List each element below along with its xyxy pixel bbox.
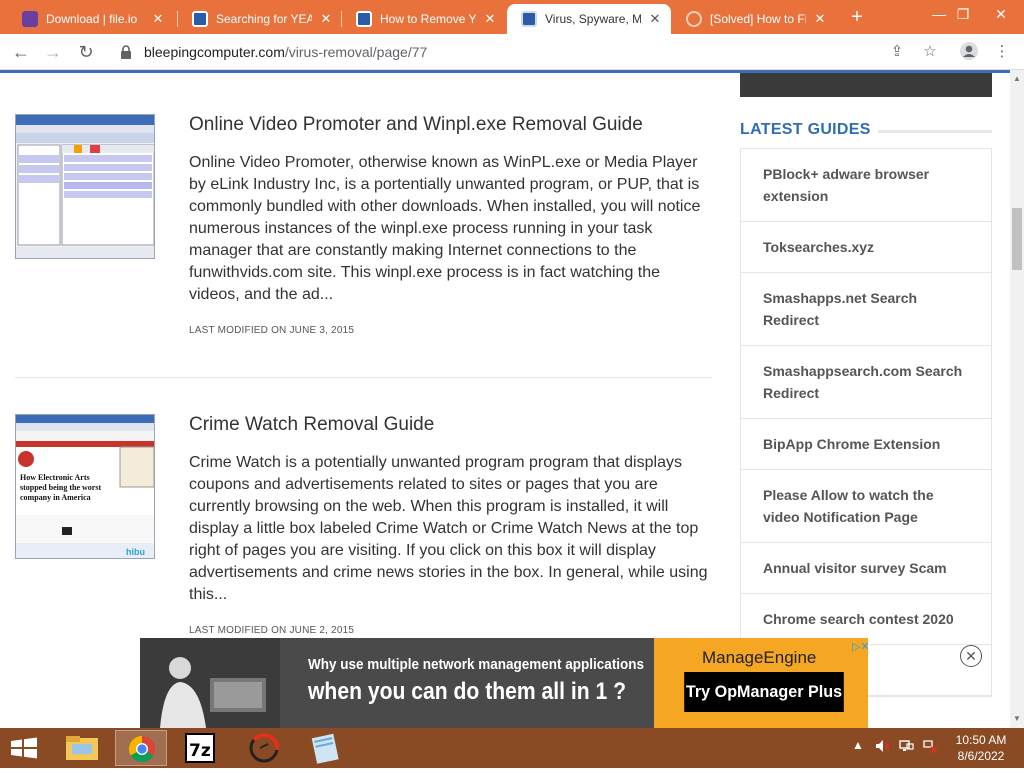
article-title[interactable]: Crime Watch Removal Guide — [189, 414, 434, 436]
tab-title: Virus, Spyware, Ma — [545, 12, 641, 26]
svg-text:7z: 7z — [189, 741, 211, 761]
article-excerpt: Online Video Promoter, otherwise known a… — [189, 154, 701, 303]
network-icon[interactable] — [898, 738, 914, 757]
lock-icon — [121, 45, 131, 59]
article-divider — [15, 377, 712, 378]
guide-link[interactable]: PBlock+ adware browser extension — [741, 149, 991, 222]
latest-guides-list: PBlock+ adware browser extension Toksear… — [740, 148, 992, 697]
clock-date: 8/6/2022 — [957, 749, 1005, 763]
guide-link[interactable]: Please Allow to watch the video Notifica… — [741, 470, 991, 543]
action-center-icon[interactable] — [922, 738, 938, 757]
guide-link[interactable]: BipApp Chrome Extension — [741, 419, 991, 470]
windows-logo-icon — [11, 737, 37, 759]
tab-download-fileio[interactable]: Download | file.io ✕ — [8, 4, 174, 34]
browser-toolbar: ← → ↻ bleepingcomputer.com/virus-removal… — [0, 34, 1024, 70]
bookmark-star-icon[interactable]: ☆ — [919, 41, 941, 63]
ad-headline: Why use multiple network management appl… — [308, 656, 645, 673]
url-host: bleepingcomputer.com — [144, 44, 285, 60]
ad-subheadline: when you can do them all in 1 ? — [308, 678, 627, 705]
fileio-favicon-icon — [22, 11, 38, 27]
article-date: LAST MODIFIED ON JUNE 3, 2015 — [189, 325, 355, 336]
tab-title: Searching for YEAD — [216, 12, 312, 26]
try-opmanager-button[interactable]: Try OpManager Plus — [684, 672, 844, 712]
tab-title: Download | file.io — [46, 12, 138, 26]
system-clock[interactable]: 10:50 AM 8/6/2022 — [948, 732, 1014, 764]
article-thumbnail[interactable] — [15, 114, 155, 259]
windows-taskbar: 7z ▲ 10:50 AM 8/6/2022 — [0, 728, 1024, 768]
url-text: bleepingcomputer.com/virus-removal/page/… — [144, 44, 427, 60]
article-date: LAST MODIFIED ON JUNE 2, 2015 — [189, 625, 355, 636]
close-icon[interactable]: ✕ — [318, 11, 334, 27]
article-title[interactable]: Online Video Promoter and Winpl.exe Remo… — [189, 114, 643, 136]
adchoices-icon[interactable]: ▷✕ — [852, 640, 868, 653]
heart-favicon-icon — [686, 11, 702, 27]
article-excerpt: Crime Watch is a potentially unwanted pr… — [189, 454, 708, 603]
bleepingcomputer-favicon-icon — [192, 11, 208, 27]
volume-muted-icon[interactable] — [874, 738, 890, 757]
clock-time: 10:50 AM — [955, 733, 1007, 747]
bleepingcomputer-favicon-icon — [521, 11, 537, 27]
ad-photo-image — [140, 638, 280, 728]
advertisement-banner[interactable]: Why use multiple network management appl… — [140, 638, 868, 728]
tab-searching[interactable]: Searching for YEAD ✕ — [178, 4, 342, 34]
article-thumbnail[interactable]: hibu How Electronic Arts stopped being t… — [15, 414, 155, 559]
tab-strip: Download | file.io ✕ Searching for YEAD … — [0, 0, 1024, 34]
start-button[interactable] — [0, 728, 48, 768]
tray-overflow-icon[interactable]: ▲ — [852, 738, 864, 752]
tab-title: How to Remove Ye — [380, 12, 476, 26]
share-icon[interactable]: ⇪ — [886, 41, 908, 63]
tab-virus-spyware[interactable]: Virus, Spyware, Ma ✕ — [507, 4, 671, 34]
svg-text:hibu: hibu — [126, 547, 145, 557]
page-scrollbar[interactable]: ▲ ▼ — [1010, 70, 1024, 728]
new-tab-button[interactable]: + — [845, 6, 869, 28]
ad-close-button[interactable]: ✕ — [960, 645, 982, 667]
chrome-taskbar-icon[interactable] — [115, 730, 167, 766]
guide-link[interactable]: Annual visitor survey Scam — [741, 543, 991, 594]
forward-arrow-icon[interactable]: → — [40, 40, 66, 64]
notepad-taskbar-icon[interactable] — [298, 730, 350, 766]
menu-dots-icon[interactable]: ⋮ — [991, 41, 1013, 63]
back-arrow-icon[interactable]: ← — [8, 40, 34, 64]
page-content: Online Video Promoter and Winpl.exe Remo… — [0, 73, 1010, 728]
media-app-taskbar-icon[interactable] — [238, 730, 290, 766]
url-path: /virus-removal/page/77 — [284, 44, 428, 60]
tab-how-to-remove[interactable]: How to Remove Ye ✕ — [342, 4, 506, 34]
guide-link[interactable]: Smashappsearch.com Search Redirect — [741, 346, 991, 419]
tab-title: [Solved] How to Fi — [710, 12, 806, 26]
close-icon[interactable]: ✕ — [482, 11, 498, 27]
tab-solved-how-to[interactable]: [Solved] How to Fi ✕ — [672, 4, 836, 34]
close-icon[interactable]: ✕ — [812, 11, 828, 27]
ad-brand-logo: ManageEngine — [702, 648, 817, 667]
close-icon[interactable]: ✕ — [647, 11, 663, 27]
task-manager-screenshot-image — [16, 115, 154, 258]
profile-avatar-icon[interactable] — [958, 41, 980, 63]
guide-link[interactable]: Toksearches.xyz — [741, 222, 991, 273]
close-icon[interactable]: ✕ — [150, 11, 166, 27]
window-close-icon[interactable]: ✕ — [978, 0, 1024, 30]
ad-cta-panel: ManageEngine ▷✕ Try OpManager Plus — [654, 638, 868, 728]
scrollbar-thumb[interactable] — [1012, 208, 1022, 270]
file-explorer-taskbar-icon[interactable] — [56, 730, 108, 766]
address-bar[interactable]: bleepingcomputer.com/virus-removal/page/… — [110, 38, 870, 66]
7zip-taskbar-icon[interactable]: 7z — [174, 730, 226, 766]
bleepingcomputer-favicon-icon — [356, 11, 372, 27]
thumb-headline: How Electronic Arts stopped being the wo… — [20, 473, 102, 502]
heading-rule — [878, 130, 992, 133]
guide-link[interactable]: Smashapps.net Search Redirect — [741, 273, 991, 346]
scroll-up-icon[interactable]: ▲ — [1010, 72, 1024, 86]
sidebar-dark-block — [740, 73, 992, 97]
latest-guides-heading: LATEST GUIDES — [740, 121, 871, 138]
scroll-down-icon[interactable]: ▼ — [1010, 712, 1024, 726]
reload-icon[interactable]: ↻ — [73, 40, 99, 64]
